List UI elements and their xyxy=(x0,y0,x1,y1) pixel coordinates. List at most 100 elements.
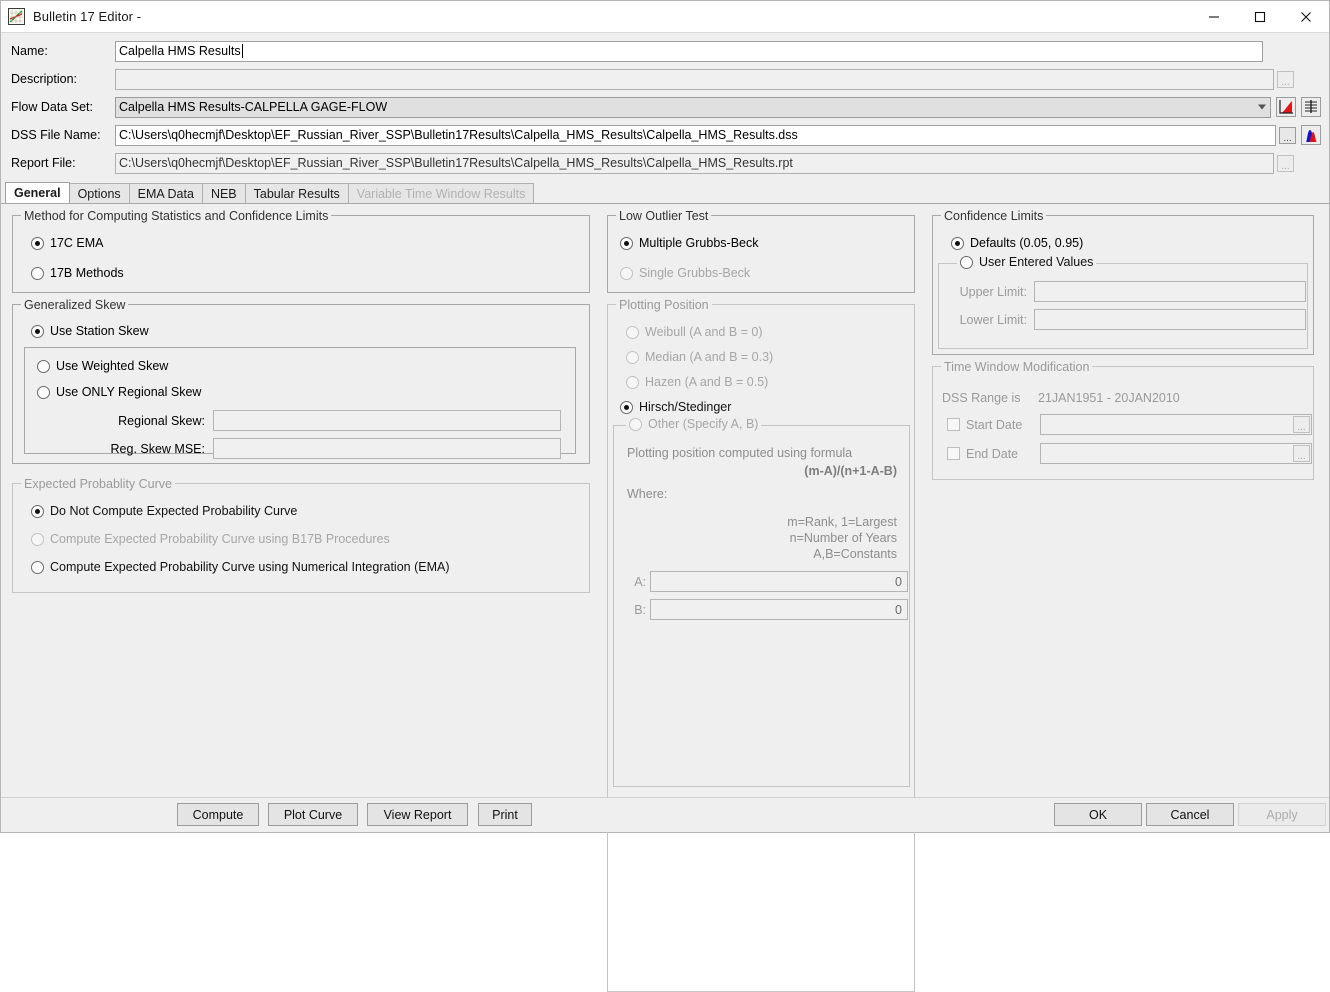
header-fields: Name: Calpella HMS Results Description: … xyxy=(1,33,1329,179)
dss-file-name-label: DSS File Name: xyxy=(11,128,101,142)
a-field-value: 0 xyxy=(895,574,902,589)
plot-curve-icon[interactable] xyxy=(1276,97,1296,117)
apply-button: Apply xyxy=(1238,803,1326,826)
name-input[interactable]: Calpella HMS Results xyxy=(115,40,1263,62)
window-controls xyxy=(1191,1,1329,32)
b-field-row: B: 0 xyxy=(626,599,908,620)
radio-label: Use Station Skew xyxy=(50,324,149,338)
radio-compute-epc-b17b: Compute Expected Probability Curve using… xyxy=(31,532,390,546)
radio-compute-epc-ema[interactable]: Compute Expected Probability Curve using… xyxy=(31,560,449,574)
radio-indicator xyxy=(620,400,633,414)
name-input-value: Calpella HMS Results xyxy=(119,44,241,58)
radio-label: 17B Methods xyxy=(50,266,124,280)
compute-button[interactable]: Compute xyxy=(177,803,259,826)
radio-17c-ema[interactable]: 17C EMA xyxy=(31,236,104,250)
close-icon[interactable] xyxy=(1283,1,1329,32)
radio-defaults[interactable]: Defaults (0.05, 0.95) xyxy=(951,236,1083,250)
tab-general[interactable]: General xyxy=(5,182,70,203)
radio-user-entered-values[interactable]: User Entered Values xyxy=(957,255,1097,269)
radio-indicator xyxy=(31,266,44,280)
radio-17b-methods[interactable]: 17B Methods xyxy=(31,266,124,280)
time-window-modification-group: Time Window Modification DSS Range is 21… xyxy=(932,360,1314,480)
radio-do-not-compute-epc[interactable]: Do Not Compute Expected Probability Curv… xyxy=(31,504,297,518)
reg-skew-mse-label: Reg. Skew MSE: xyxy=(110,441,205,456)
start-date-input[interactable]: ... xyxy=(1040,414,1312,435)
radio-hirsch-stedinger[interactable]: Hirsch/Stedinger xyxy=(620,400,731,414)
histogram-icon[interactable] xyxy=(1301,125,1321,145)
dss-file-browse-button[interactable]: ... xyxy=(1279,126,1296,144)
maximize-icon[interactable] xyxy=(1237,1,1283,32)
radio-use-weighted-skew[interactable]: Use Weighted Skew xyxy=(37,359,168,373)
description-label: Description: xyxy=(11,72,77,86)
where-label: Where: xyxy=(627,487,668,501)
end-date-label: End Date xyxy=(966,446,1019,461)
upper-limit-input[interactable] xyxy=(1034,281,1306,302)
end-date-browse-button[interactable]: ... xyxy=(1293,445,1310,462)
report-file-browse-button[interactable]: ... xyxy=(1277,154,1294,172)
radio-label: Single Grubbs-Beck xyxy=(639,266,751,280)
start-date-label: Start Date xyxy=(966,417,1023,432)
plot-curve-button[interactable]: Plot Curve xyxy=(268,803,358,826)
lower-limit-row: Lower Limit: xyxy=(949,309,1306,330)
radio-indicator xyxy=(620,266,633,280)
dss-file-name-value: C:\Users\q0hecmjf\Desktop\EF_Russian_Riv… xyxy=(119,128,798,142)
minimize-icon[interactable] xyxy=(1191,1,1237,32)
radio-use-station-skew[interactable]: Use Station Skew xyxy=(31,324,149,338)
method-group-label: Method for Computing Statistics and Conf… xyxy=(21,209,332,223)
radio-label: Compute Expected Probability Curve using… xyxy=(50,560,450,574)
tab-strip: General Options EMA Data NEB Tabular Res… xyxy=(1,182,1329,204)
b-field-input[interactable]: 0 xyxy=(650,599,908,620)
report-file-input[interactable]: C:\Users\q0hecmjf\Desktop\EF_Russian_Riv… xyxy=(115,152,1274,174)
radio-other-specify-ab: Other (Specify A, B) xyxy=(626,417,762,431)
a-field-input[interactable]: 0 xyxy=(650,571,908,592)
radio-indicator xyxy=(37,385,50,399)
cancel-button[interactable]: Cancel xyxy=(1146,803,1234,826)
radio-indicator xyxy=(31,532,44,546)
tab-neb[interactable]: NEB xyxy=(201,183,246,203)
lower-limit-input[interactable] xyxy=(1034,309,1306,330)
start-date-browse-button[interactable]: ... xyxy=(1293,416,1310,433)
flow-data-set-label: Flow Data Set: xyxy=(11,100,93,114)
end-date-input[interactable]: ... xyxy=(1040,443,1312,464)
print-button[interactable]: Print xyxy=(478,803,532,826)
dss-file-name-row: DSS File Name: C:\Users\q0hecmjf\Desktop… xyxy=(1,121,1329,149)
radio-label: 17C EMA xyxy=(50,236,104,250)
a-field-row: A: 0 xyxy=(626,571,908,592)
low-outlier-test-group-label: Low Outlier Test xyxy=(616,209,712,223)
end-date-row: End Date ... xyxy=(947,443,1312,464)
time-window-modification-group-label: Time Window Modification xyxy=(941,360,1093,374)
end-date-checkbox[interactable] xyxy=(947,447,960,460)
name-row: Name: Calpella HMS Results xyxy=(1,37,1329,65)
table-results-icon[interactable] xyxy=(1301,97,1321,117)
radio-label: Median (A and B = 0.3) xyxy=(645,350,774,364)
tab-tabular-results[interactable]: Tabular Results xyxy=(244,183,349,203)
description-browse-button[interactable]: ... xyxy=(1277,70,1294,88)
reg-skew-mse-input[interactable] xyxy=(213,438,561,459)
regional-skew-label: Regional Skew: xyxy=(118,413,205,428)
ok-button[interactable]: OK xyxy=(1054,803,1142,826)
regional-skew-input[interactable] xyxy=(213,410,561,431)
radio-use-only-regional-skew[interactable]: Use ONLY Regional Skew xyxy=(37,385,201,399)
radio-indicator xyxy=(626,375,639,389)
method-group: Method for Computing Statistics and Conf… xyxy=(12,209,590,293)
radio-weibull: Weibull (A and B = 0) xyxy=(626,325,763,339)
flow-data-set-combobox[interactable]: Calpella HMS Results-CALPELLA GAGE-FLOW xyxy=(115,96,1271,118)
description-input[interactable] xyxy=(115,68,1274,90)
line-chart-icon xyxy=(8,8,25,25)
regional-skew-row: Regional Skew: xyxy=(37,410,565,431)
report-file-value: C:\Users\q0hecmjf\Desktop\EF_Russian_Riv… xyxy=(119,156,793,170)
radio-indicator xyxy=(626,325,639,339)
view-report-button[interactable]: View Report xyxy=(367,803,468,826)
radio-label: Do Not Compute Expected Probability Curv… xyxy=(50,504,298,518)
start-date-checkbox[interactable] xyxy=(947,418,960,431)
radio-indicator xyxy=(629,417,642,431)
dss-file-name-input[interactable]: C:\Users\q0hecmjf\Desktop\EF_Russian_Riv… xyxy=(115,124,1276,146)
generalized-skew-group-label: Generalized Skew xyxy=(21,298,129,312)
radio-label: Hazen (A and B = 0.5) xyxy=(645,375,769,389)
tab-options[interactable]: Options xyxy=(68,183,130,203)
title-bar: Bulletin 17 Editor - xyxy=(1,1,1329,33)
tab-ema-data[interactable]: EMA Data xyxy=(128,183,203,203)
radio-indicator xyxy=(37,359,50,373)
expected-probability-curve-group: Expected Probablity Curve Do Not Compute… xyxy=(12,477,590,593)
radio-multiple-grubbs-beck[interactable]: Multiple Grubbs-Beck xyxy=(620,236,759,250)
